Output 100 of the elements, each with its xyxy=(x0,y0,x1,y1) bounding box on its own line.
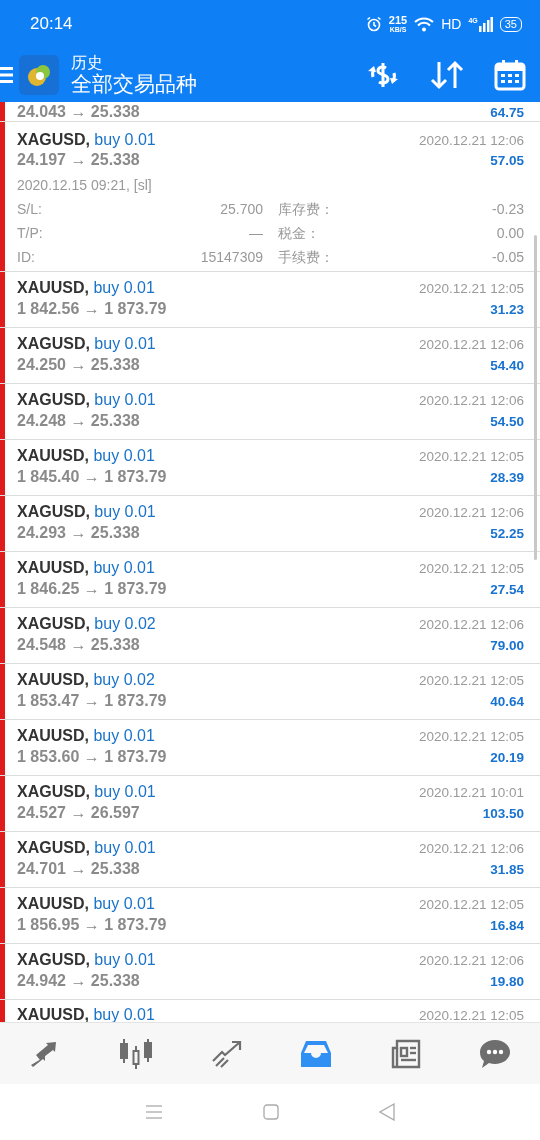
trade-symbol: XAGUSD, xyxy=(17,503,90,520)
trade-prices: 1 853.60 → 1 873.79 xyxy=(17,748,167,766)
trade-symbol: XAUUSD, xyxy=(17,895,89,912)
trade-profit: 31.23 xyxy=(490,302,524,317)
trade-time: 2020.12.21 12:05 xyxy=(418,449,524,464)
network-speed: 215 xyxy=(388,15,408,26)
trade-prices: 24.527 → 26.597 xyxy=(17,804,140,822)
chat-tab[interactable] xyxy=(477,1037,512,1070)
detail-label: 税金： xyxy=(278,225,320,243)
status-time: 20:14 xyxy=(30,14,73,34)
trade-order: buy 0.01 xyxy=(93,559,155,576)
trade-prices: 1 856.95 → 1 873.79 xyxy=(17,916,167,934)
trade-row[interactable]: XAUUSD, buy 0.01 2020.12.21 12:05 1 853.60 → 1 873.79 20.19 xyxy=(0,720,540,776)
history-tab[interactable] xyxy=(300,1038,333,1069)
trade-symbol: XAUUSD, xyxy=(17,279,89,296)
trade-prices: 24.701 → 25.338 xyxy=(17,860,140,878)
trade-prices: 1 845.40 → 1 873.79 xyxy=(17,468,167,486)
detail-value: 0.00 xyxy=(496,225,524,243)
trade-profit: 52.25 xyxy=(490,526,524,541)
trade-symbol: XAUUSD, xyxy=(17,559,89,576)
trade-time: 2020.12.21 12:06 xyxy=(418,133,524,148)
battery-level: 35 xyxy=(499,16,522,32)
trade-prices: 24.197 → 25.338 xyxy=(17,151,140,169)
detail-value: -0.23 xyxy=(492,201,524,219)
scrollbar[interactable] xyxy=(534,235,537,560)
trade-profit: 54.50 xyxy=(490,414,524,429)
home-icon[interactable] xyxy=(263,1104,279,1120)
detail-label: 库存费： xyxy=(278,201,334,219)
trade-profit: 40.64 xyxy=(490,694,524,709)
trade-order: buy 0.02 xyxy=(94,615,156,632)
trade-order: buy 0.01 xyxy=(93,279,155,296)
trade-order: buy 0.01 xyxy=(94,391,156,408)
signal-icon xyxy=(478,16,493,32)
trade-symbol: XAUUSD, xyxy=(17,1006,89,1022)
trade-symbol: XAGUSD, xyxy=(17,783,90,800)
trade-symbol: XAGUSD, xyxy=(17,391,90,408)
detail-label: ID: xyxy=(17,249,35,267)
alarm-icon xyxy=(365,16,382,32)
sort-icon[interactable] xyxy=(430,60,464,90)
symbol-filter[interactable]: 全部交易品种 xyxy=(71,72,197,97)
trade-row[interactable]: XAGUSD, buy 0.02 2020.12.21 12:06 24.548 → 25.338 79.00 xyxy=(0,608,540,664)
trade-row[interactable]: XAUUSD, buy 0.01 2020.12.21 12:05 1 846.25 → 1 873.79 27.54 xyxy=(0,552,540,608)
trade-row[interactable]: XAUUSD, buy 0.02 2020.12.21 12:05 1 853.47 → 1 873.79 40.64 xyxy=(0,664,540,720)
trade-symbol: XAGUSD, xyxy=(17,615,90,632)
trade-prices: 24.043 → 25.338 xyxy=(17,103,140,121)
trade-time: 2020.12.21 12:05 xyxy=(418,1008,524,1022)
trade-order: buy 0.01 xyxy=(94,839,156,856)
trade-profit: 79.00 xyxy=(490,638,524,653)
trade-prices: 24.250 → 25.338 xyxy=(17,356,140,374)
menu-icon[interactable] xyxy=(0,66,13,84)
wifi-icon xyxy=(414,16,435,32)
trade-order: buy 0.02 xyxy=(93,671,155,688)
trade-row[interactable]: XAGUSD, buy 0.01 2020.12.21 10:01 24.527 → 26.597 103.50 xyxy=(0,776,540,832)
detail-value: — xyxy=(249,225,263,243)
trade-row[interactable]: XAUUSD, buy 0.01 2020.12.21 12:05 1 856.95 → 1 873.79 16.84 xyxy=(0,888,540,944)
chart-tab[interactable] xyxy=(119,1037,153,1070)
trade-symbol: XAUUSD, xyxy=(17,671,89,688)
trade-row[interactable]: XAGUSD, buy 0.01 2020.12.21 12:06 24.197 → 25.338 57.05 2020.12.15 09:21, [sl] S/L: 25.700 库存费： -0.23 T/P: — 税金： 0.00 ID: 15147309 手续费： -0.05 xyxy=(0,122,540,272)
trade-row[interactable]: XAGUSD, buy 0.01 2020.12.21 12:06 24.701 → 25.338 31.85 xyxy=(0,832,540,888)
trade-profit: 27.54 xyxy=(490,582,524,597)
detail-value: 25.700 xyxy=(220,201,263,219)
trade-prices: 1 846.25 → 1 873.79 xyxy=(17,580,167,598)
trade-profit: 64.75 xyxy=(490,105,524,120)
trade-profit: 103.50 xyxy=(482,806,524,821)
trade-profit: 16.84 xyxy=(490,918,524,933)
trade-profit: 28.39 xyxy=(490,470,524,485)
screen-title: 历史 xyxy=(71,53,104,73)
trade-time: 2020.12.21 10:01 xyxy=(418,785,524,800)
trade-time: 2020.12.21 12:06 xyxy=(418,505,524,520)
trade-symbol: XAGUSD, xyxy=(17,131,90,148)
calendar-icon[interactable] xyxy=(494,59,526,91)
detail-label: S/L: xyxy=(17,201,42,219)
trade-symbol: XAGUSD, xyxy=(17,839,90,856)
trade-profit: 54.40 xyxy=(490,358,524,373)
back-icon[interactable] xyxy=(379,1103,395,1121)
trade-row[interactable]: 24.043 → 25.338 64.75 xyxy=(0,102,540,122)
trade-prices: 24.293 → 25.338 xyxy=(17,524,140,542)
trade-prices: 24.248 → 25.338 xyxy=(17,412,140,430)
trade-profit: 57.05 xyxy=(490,153,524,168)
trade-prices: 24.942 → 25.338 xyxy=(17,972,140,990)
trade-prices: 1 842.56 → 1 873.79 xyxy=(17,300,167,318)
detail-value: 15147309 xyxy=(200,249,263,267)
trade-order: buy 0.01 xyxy=(93,447,155,464)
trade-order: buy 0.01 xyxy=(94,951,156,968)
trade-order: buy 0.01 xyxy=(94,335,156,352)
open-info: 2020.12.15 09:21, [sl] xyxy=(17,177,153,193)
trade-row[interactable]: XAGUSD, buy 0.01 2020.12.21 12:06 24.942 → 25.338 19.80 xyxy=(0,944,540,1000)
trade-time: 2020.12.21 12:06 xyxy=(418,393,524,408)
trade-symbol: XAGUSD, xyxy=(17,951,90,968)
trade-prices: 24.548 → 25.338 xyxy=(17,636,140,654)
hd-label: HD xyxy=(441,16,462,32)
trade-order: buy 0.01 xyxy=(93,895,155,912)
trade-time: 2020.12.21 12:05 xyxy=(418,673,524,688)
currency-exchange-icon[interactable] xyxy=(366,60,400,90)
trade-symbol: XAGUSD, xyxy=(17,335,90,352)
trade-prices: 1 853.47 → 1 873.79 xyxy=(17,692,167,710)
trade-order: buy 0.01 xyxy=(94,783,156,800)
trade-order: buy 0.01 xyxy=(94,503,156,520)
trade-symbol: XAUUSD, xyxy=(17,447,89,464)
trade-time: 2020.12.21 12:05 xyxy=(418,281,524,296)
